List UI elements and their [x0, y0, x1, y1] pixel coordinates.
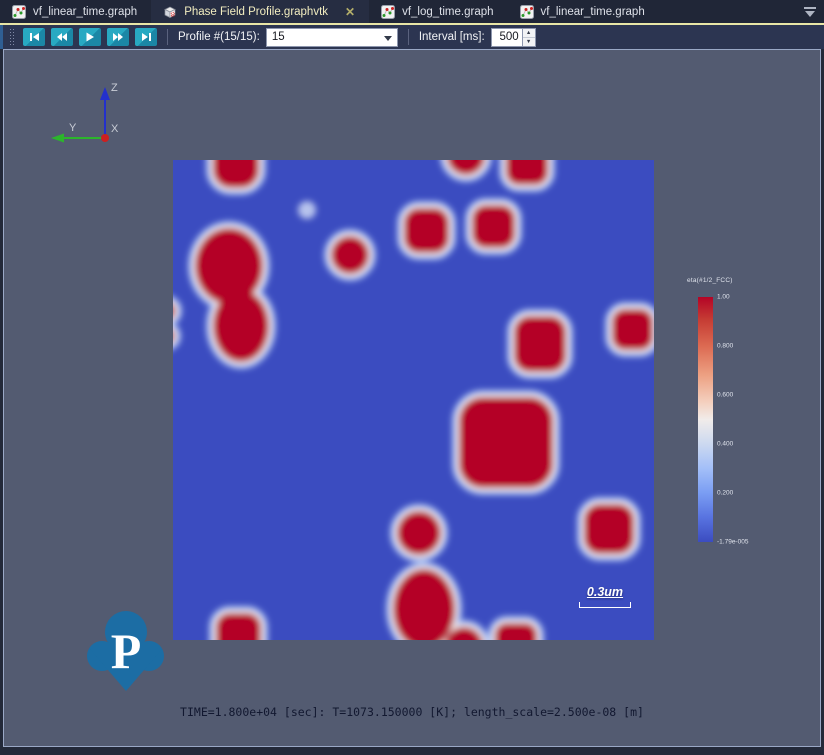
skip-last-button[interactable]: [135, 28, 157, 46]
step-back-button[interactable]: [51, 28, 73, 46]
tab-label: Phase Field Profile.graphvtk: [184, 6, 328, 18]
tab-phase-field-profile[interactable]: Phase Field Profile.graphvtk ✕: [151, 0, 369, 23]
spinner-down-icon[interactable]: ▼: [523, 38, 535, 46]
axis-x-label: X: [111, 123, 119, 135]
step-forward-icon: [112, 32, 124, 42]
scale-bar-label: 0.3um: [565, 585, 645, 599]
colorbar-tick-label: 0.400: [717, 441, 733, 448]
tab-vf-log-time[interactable]: vf_log_time.graph: [369, 0, 507, 23]
chart-icon: [381, 5, 395, 19]
interval-value: 500: [492, 29, 522, 46]
vtk-render-viewport[interactable]: Z Y X 0.3um eta(#1/2_FCC) 1.000.8000.600…: [3, 49, 821, 747]
toolbar-separator: [167, 29, 168, 45]
tab-bar: vf_linear_time.graph Phase Field Profile…: [0, 0, 824, 23]
cube-icon: [163, 5, 177, 19]
toolbar-grip[interactable]: [9, 28, 15, 46]
colorbar-tick-label: 1.00: [717, 294, 730, 301]
tab-vf-linear-time-2[interactable]: vf_linear_time.graph: [508, 0, 659, 23]
profile-label: Profile #(15/15):: [178, 31, 260, 43]
step-forward-button[interactable]: [107, 28, 129, 46]
axis-z-label: Z: [111, 82, 118, 94]
skip-last-icon: [141, 32, 152, 42]
spinner-up-icon[interactable]: ▲: [523, 29, 535, 38]
skip-first-icon: [29, 32, 40, 42]
colorbar-title: eta(#1/2_FCC): [687, 277, 733, 284]
axis-y-label: Y: [69, 122, 77, 134]
playback-toolbar: Profile #(15/15): 15 Interval [ms]: 500 …: [0, 25, 824, 49]
tab-label: vf_linear_time.graph: [33, 6, 137, 18]
chart-icon: [12, 5, 26, 19]
chevron-down-icon: [384, 36, 392, 41]
tab-vf-linear-time-1[interactable]: vf_linear_time.graph: [0, 0, 151, 23]
tab-overflow-menu-icon[interactable]: [802, 4, 818, 20]
colorbar-tick-label: 0.600: [717, 392, 733, 399]
tab-close-icon[interactable]: ✕: [345, 6, 355, 18]
app-window: vf_linear_time.graph Phase Field Profile…: [0, 0, 824, 755]
chart-icon: [520, 5, 534, 19]
colorbar-tick-label: 0.200: [717, 490, 733, 497]
scale-bar-ruler: [579, 602, 631, 608]
profile-selected-value: 15: [272, 31, 285, 43]
play-icon: [85, 32, 95, 42]
colorbar-tick-label: -1.79e-005: [717, 539, 748, 546]
profile-select[interactable]: 15: [266, 28, 398, 47]
interval-spinner[interactable]: 500 ▲ ▼: [491, 28, 536, 47]
toolbar-separator: [408, 29, 409, 45]
phase-field-heatmap[interactable]: 0.3um: [173, 160, 654, 640]
app-logo: P: [82, 605, 170, 695]
logo-letter: P: [111, 623, 142, 679]
tab-label: vf_linear_time.graph: [541, 6, 645, 18]
step-back-icon: [56, 32, 68, 42]
scale-bar: 0.3um: [565, 585, 645, 608]
interval-label: Interval [ms]:: [419, 31, 485, 43]
tab-label: vf_log_time.graph: [402, 6, 493, 18]
simulation-status-text: TIME=1.800e+04 [sec]: T=1073.150000 [K];…: [4, 705, 820, 719]
colorbar: 1.000.8000.6000.4000.200-1.79e-005: [698, 297, 713, 542]
axis-orientation-widget: Z Y X: [31, 73, 131, 153]
colorbar-tick-label: 0.800: [717, 343, 733, 350]
play-button[interactable]: [79, 28, 101, 46]
skip-first-button[interactable]: [23, 28, 45, 46]
